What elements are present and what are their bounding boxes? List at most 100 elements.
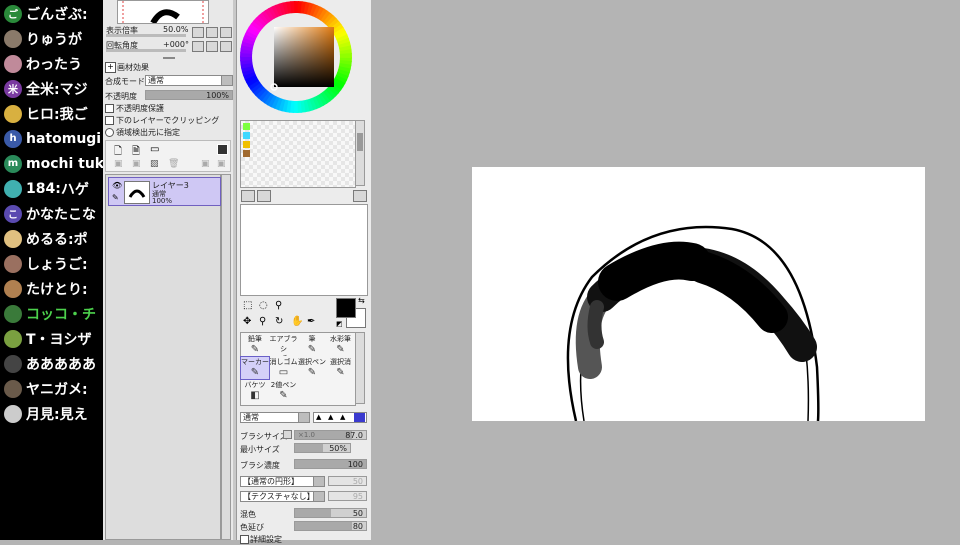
trash-icon[interactable]: 🗑 xyxy=(168,159,179,169)
hand-icon[interactable]: ✋ xyxy=(291,316,303,327)
selection-source-radio[interactable] xyxy=(105,128,114,137)
avatar[interactable] xyxy=(4,404,22,423)
scratchpad-settings-button[interactable] xyxy=(353,190,367,202)
canvas-area[interactable] xyxy=(371,0,960,540)
avatar[interactable] xyxy=(4,304,22,323)
swatch-yellow[interactable] xyxy=(243,141,250,148)
avatar[interactable]: m xyxy=(4,154,22,173)
chat-username[interactable]: めるる: xyxy=(26,229,74,249)
avatar[interactable]: h xyxy=(4,129,22,148)
density-slider[interactable]: 100 xyxy=(294,459,367,469)
panel-divider[interactable] xyxy=(163,57,175,59)
chat-username[interactable]: コッコ・チ xyxy=(26,304,96,324)
layer-row-selected[interactable]: 👁 ✎ レイヤー3 通常 100% xyxy=(108,177,221,206)
tool-grid-scrollbar[interactable] xyxy=(355,332,365,404)
eyedropper-icon[interactable]: ✒ xyxy=(307,316,315,327)
chat-username[interactable]: 184: xyxy=(26,181,61,197)
brush-tool-1[interactable]: エアブラシ✐ xyxy=(270,334,298,356)
brush-tool-8[interactable]: バケツ ◧ xyxy=(241,380,269,402)
rotation-slider[interactable] xyxy=(106,49,186,52)
avatar[interactable] xyxy=(4,104,22,123)
zoom-out-button[interactable] xyxy=(192,27,204,38)
avatar[interactable] xyxy=(4,329,22,348)
avatar[interactable] xyxy=(4,379,22,398)
rotate-reset-button[interactable] xyxy=(220,41,232,52)
reset-colors-icon[interactable]: ◩ xyxy=(336,320,343,328)
chat-username[interactable]: わったう xyxy=(26,54,82,74)
brush-tool-0[interactable]: 鉛筆 ✎ xyxy=(241,334,269,356)
zoom-reset-button[interactable] xyxy=(220,27,232,38)
brush-tool-9[interactable]: 2値ペン ✎ xyxy=(270,380,298,402)
chat-username[interactable]: たけとり: xyxy=(26,279,88,299)
layer-settings-icon[interactable] xyxy=(217,144,228,155)
swatch-green[interactable] xyxy=(243,123,250,130)
brush-size-slider[interactable]: ×1.0 87.0 xyxy=(294,430,367,440)
chat-username[interactable]: ごんざぶ: xyxy=(26,4,88,24)
rotate-left-button[interactable] xyxy=(192,41,204,52)
swatch-brown[interactable] xyxy=(243,150,250,157)
shape-strength-slider[interactable]: 50 xyxy=(328,476,367,486)
clip-below-checkbox[interactable] xyxy=(105,116,114,125)
transfer-icon[interactable]: ▨ xyxy=(150,159,159,169)
chat-username[interactable]: ヒロ: xyxy=(26,104,60,124)
pen-icon[interactable]: ✎ xyxy=(112,193,119,202)
swap-colors-icon[interactable]: ⇆ xyxy=(358,296,365,305)
merge-all-icon[interactable]: ▣ xyxy=(217,159,226,169)
chat-username[interactable]: 月見: xyxy=(26,404,60,424)
avatar[interactable]: ご xyxy=(4,4,22,23)
avatar[interactable]: 米 xyxy=(4,79,22,98)
rect-select-icon[interactable]: ⬚ xyxy=(243,300,252,311)
chat-username[interactable]: 全米: xyxy=(26,79,60,99)
blend-mode-select[interactable]: 通常 xyxy=(145,75,233,86)
brush-tip-shapes[interactable]: ▲ ▲ ▲ xyxy=(313,412,367,423)
zoom-icon[interactable]: ⚲ xyxy=(259,316,266,327)
brush-tool-5[interactable]: 消しゴム ▭ xyxy=(270,357,298,379)
copy-layer-icon[interactable]: ▣ xyxy=(114,159,123,169)
tip-shape-1-icon[interactable]: ▲ xyxy=(316,413,321,421)
min-size-slider[interactable]: 50% xyxy=(294,443,351,453)
chat-username[interactable]: かなたこな xyxy=(26,204,96,224)
chat-username[interactable]: ヤニガメ: xyxy=(26,379,88,399)
scratchpad-button-2[interactable] xyxy=(257,190,271,202)
avatar[interactable] xyxy=(4,179,22,198)
brush-tool-6[interactable]: 選択ペン ✎ xyxy=(298,357,326,379)
merge-down-icon[interactable]: ▣ xyxy=(201,159,210,169)
avatar[interactable] xyxy=(4,254,22,273)
avatar[interactable] xyxy=(4,354,22,373)
brush-tool-7[interactable]: 選択消 ✎ xyxy=(327,357,355,379)
color-wheel[interactable] xyxy=(237,0,371,118)
chat-username[interactable]: T・ヨシザ xyxy=(26,329,92,349)
swatch-panel[interactable] xyxy=(240,120,356,188)
merge-layer-icon[interactable]: ▣ xyxy=(132,159,141,169)
brush-mode-select[interactable]: 通常 xyxy=(240,412,310,423)
brush-size-menu-button[interactable] xyxy=(283,430,292,439)
blend-slider[interactable]: 50 xyxy=(294,508,367,518)
chat-username[interactable]: りゅうが xyxy=(26,29,82,49)
magic-wand-icon[interactable]: ⚲ xyxy=(275,300,282,311)
texture-strength-slider[interactable]: 95 xyxy=(328,491,367,501)
opacity-slider[interactable]: 100% xyxy=(145,90,233,100)
lasso-icon[interactable]: ◌ xyxy=(259,300,268,311)
chat-username[interactable]: しょうご: xyxy=(26,254,88,274)
move-icon[interactable]: ✥ xyxy=(243,316,251,327)
brush-tool-4[interactable]: マーカー ✎ xyxy=(240,356,270,380)
brush-tool-3[interactable]: 水彩筆 ✎ xyxy=(327,334,355,356)
swatch-scrollbar[interactable] xyxy=(355,120,365,186)
tip-shape-4-icon[interactable] xyxy=(354,413,365,422)
scratchpad-button-1[interactable] xyxy=(241,190,255,202)
tip-shape-3-icon[interactable]: ▲ xyxy=(340,413,345,421)
tip-shape-2-icon[interactable]: ▲ xyxy=(328,413,333,421)
material-effect-toggle[interactable]: + xyxy=(105,62,116,73)
rotate-right-button[interactable] xyxy=(206,41,218,52)
scratchpad[interactable] xyxy=(240,204,368,296)
zoom-in-button[interactable] xyxy=(206,27,218,38)
chat-username[interactable]: mochi tuk xyxy=(26,156,103,172)
brush-tool-2[interactable]: 筆 ✎ xyxy=(298,334,326,356)
foreground-color[interactable] xyxy=(336,298,356,318)
chat-username[interactable]: あああああ xyxy=(26,354,96,374)
stretch-slider[interactable]: 80 xyxy=(294,521,367,531)
swatch-cyan[interactable] xyxy=(243,132,250,139)
avatar[interactable] xyxy=(4,29,22,48)
chat-username[interactable]: hatomugi xyxy=(26,131,101,147)
new-folder-icon[interactable]: ▭ xyxy=(150,144,159,155)
